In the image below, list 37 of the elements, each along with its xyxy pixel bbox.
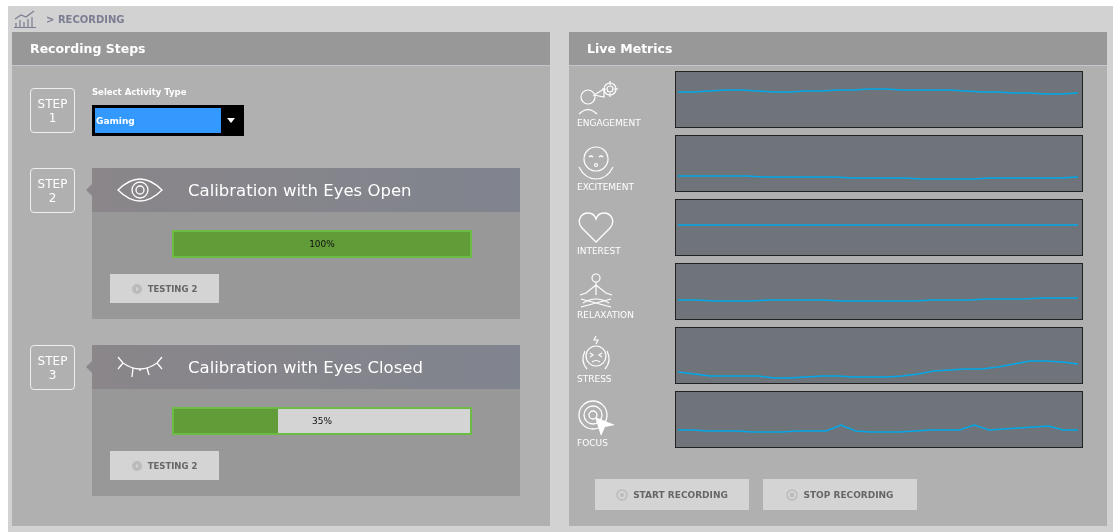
step-number: 2 [48, 190, 57, 205]
testing-button[interactable]: TESTING 2 [110, 274, 219, 303]
card-title: Calibration with Eyes Open [188, 180, 412, 200]
heart-icon [577, 211, 615, 245]
step-label: STEP [37, 96, 68, 111]
record-icon [616, 488, 629, 501]
play-icon [131, 460, 142, 471]
metric-label: RELAXATION [577, 310, 635, 320]
testing-button[interactable]: TESTING 2 [110, 451, 219, 480]
closed-eye-icon [117, 355, 163, 379]
field-label: Select Activity Type [92, 87, 188, 97]
metric-label: EXCITEMENT [577, 182, 635, 192]
start-recording-button[interactable]: START RECORDING [595, 479, 749, 510]
step-label: STEP [37, 353, 68, 368]
metric-label: ENGAGEMENT [577, 118, 642, 128]
chart-icon [14, 10, 36, 28]
meditation-icon [577, 273, 615, 309]
step-number: 1 [48, 110, 57, 125]
panel-title: Recording Steps [12, 32, 550, 66]
progress-reading: 100% [308, 238, 336, 251]
metric-label: FOCUS [577, 438, 609, 448]
activity-dropdown[interactable]: Gaming [92, 105, 244, 136]
excited-face-icon [577, 145, 615, 181]
panel-title: Live Metrics [569, 32, 1107, 66]
stop-icon [786, 488, 799, 501]
target-cursor-icon [577, 399, 617, 437]
metric-label: INTEREST [577, 246, 622, 256]
card-title: Calibration with Eyes Closed [188, 357, 423, 377]
play-icon [131, 283, 142, 294]
metric-label: STRESS [577, 374, 613, 384]
step-number: 3 [48, 367, 57, 382]
stop-recording-button[interactable]: STOP RECORDING [763, 479, 917, 510]
caret-icon [227, 118, 235, 123]
step-label: STEP [37, 176, 68, 191]
eye-icon [117, 176, 163, 204]
progress-reading: 35% [311, 415, 333, 428]
breadcrumb: > RECORDING [46, 13, 125, 25]
